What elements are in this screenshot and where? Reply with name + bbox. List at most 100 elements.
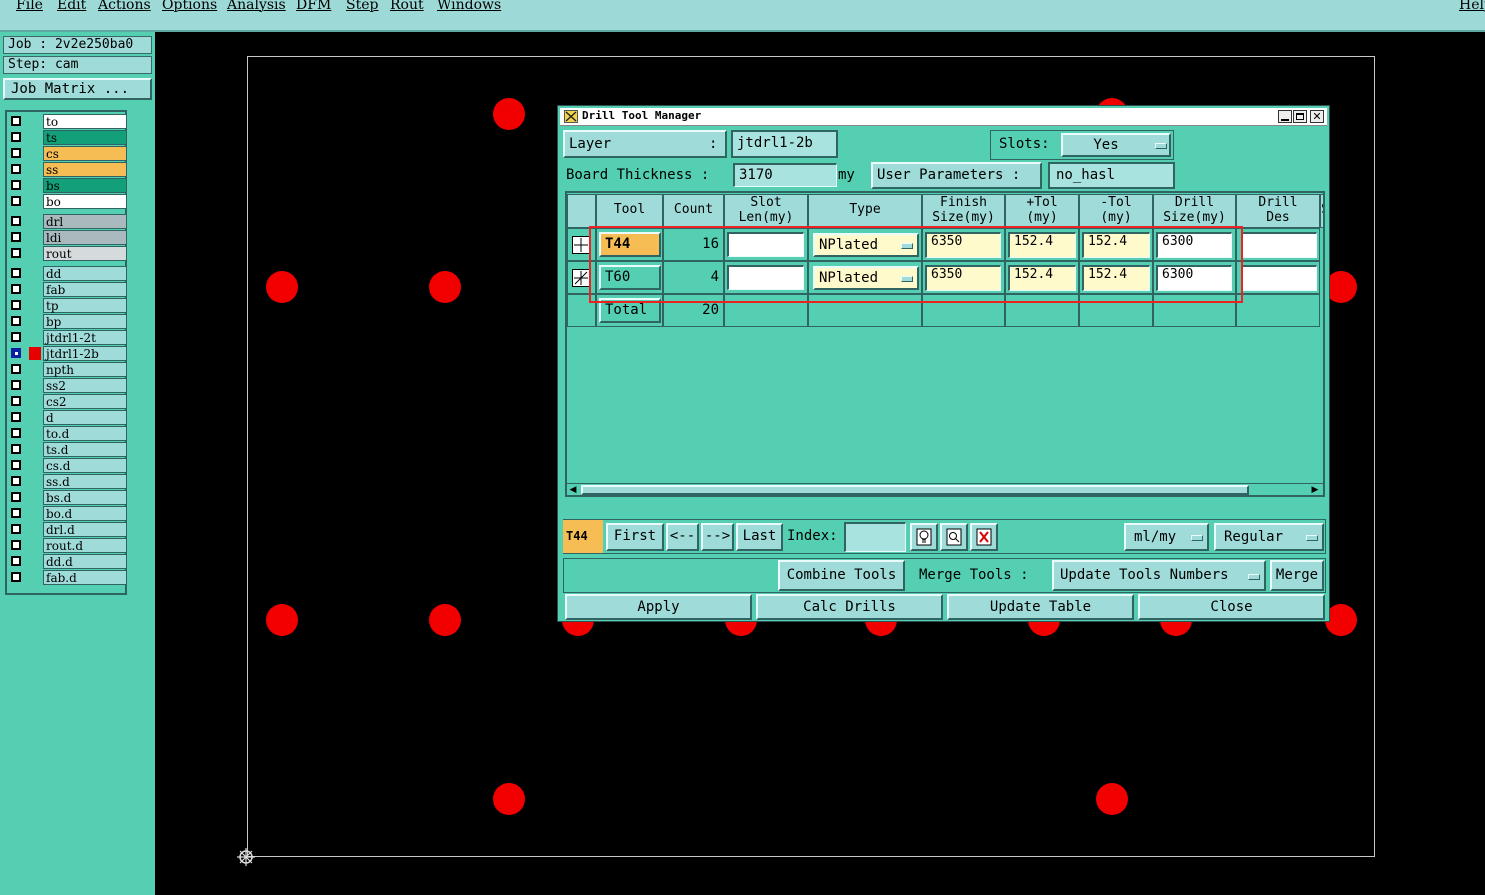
layer-row[interactable]: drl.d xyxy=(9,522,127,538)
layer-checkbox[interactable] xyxy=(11,556,21,566)
layer-checkbox[interactable] xyxy=(11,492,21,502)
layer-name[interactable]: to.d xyxy=(43,426,127,441)
layer-checkbox[interactable] xyxy=(11,364,21,374)
first-button[interactable]: First xyxy=(606,523,664,551)
layer-checkbox[interactable] xyxy=(11,524,21,534)
layer-checkbox[interactable] xyxy=(11,116,21,126)
layer-name[interactable]: jtdrl1-2b xyxy=(43,346,127,361)
layer-checkbox[interactable] xyxy=(11,300,21,310)
layer-row[interactable]: rout xyxy=(9,246,127,262)
user-parameters-field[interactable]: no_hasl xyxy=(1048,162,1175,189)
layer-name[interactable]: drl.d xyxy=(43,522,127,537)
layer-row[interactable]: ss.d xyxy=(9,474,127,490)
next-button[interactable]: --> xyxy=(701,523,734,551)
layer-name[interactable]: rout.d xyxy=(43,538,127,553)
layer-row[interactable]: drl xyxy=(9,214,127,230)
menu-step[interactable]: Step xyxy=(346,0,378,13)
calc-drills-button[interactable]: Calc Drills xyxy=(756,594,943,620)
layer-name[interactable]: bo.d xyxy=(43,506,127,521)
layer-name[interactable]: dd xyxy=(43,266,127,281)
layer-row[interactable]: tp xyxy=(9,298,127,314)
layer-row[interactable]: bs.d xyxy=(9,490,127,506)
layer-name[interactable]: tp xyxy=(43,298,127,313)
units-dropdown[interactable]: ml/my xyxy=(1124,523,1209,551)
layer-checkbox[interactable] xyxy=(11,216,21,226)
layer-row[interactable]: cs2 xyxy=(9,394,127,410)
layer-checkbox[interactable] xyxy=(11,248,21,258)
job-matrix-button[interactable]: Job Matrix ... xyxy=(3,78,152,100)
mode-dropdown[interactable]: Regular xyxy=(1214,523,1324,551)
layer-name[interactable]: ss.d xyxy=(43,474,127,489)
layer-row[interactable]: to xyxy=(9,114,127,130)
layer-field[interactable]: jtdrl1-2b xyxy=(731,130,838,158)
close-button[interactable]: Close xyxy=(1138,594,1325,620)
layer-checkbox[interactable] xyxy=(11,332,21,342)
scrollbar-thumb[interactable] xyxy=(581,485,1249,495)
layer-name[interactable]: jtdrl1-2t xyxy=(43,330,127,345)
layer-name[interactable]: ss2 xyxy=(43,378,127,393)
lightbulb-button[interactable] xyxy=(910,523,938,551)
layer-name[interactable]: ss xyxy=(43,162,127,177)
layer-row[interactable]: bo xyxy=(9,194,127,210)
board-thickness-field[interactable]: 3170 xyxy=(733,163,837,187)
layer-row[interactable]: rout.d xyxy=(9,538,127,554)
layer-name[interactable]: d xyxy=(43,410,127,425)
slots-dropdown[interactable]: Yes xyxy=(1061,133,1171,157)
menu-rout[interactable]: Rout xyxy=(390,0,424,13)
layer-name[interactable]: bs.d xyxy=(43,490,127,505)
layer-checkbox[interactable] xyxy=(11,540,21,550)
close-icon[interactable]: ✕ xyxy=(1310,110,1324,123)
layer-row[interactable]: cs xyxy=(9,146,127,162)
layer-checkbox[interactable] xyxy=(11,476,21,486)
layer-checkbox[interactable] xyxy=(11,508,21,518)
layer-row[interactable]: ts xyxy=(9,130,127,146)
layer-row[interactable]: npth xyxy=(9,362,127,378)
layer-name[interactable]: fab xyxy=(43,282,127,297)
layer-name[interactable]: bs xyxy=(43,178,127,193)
last-button[interactable]: Last xyxy=(736,523,783,551)
menu-file[interactable]: File xyxy=(16,0,43,13)
menu-actions[interactable]: Actions xyxy=(98,0,151,13)
layer-checkbox[interactable] xyxy=(11,316,21,326)
apply-button[interactable]: Apply xyxy=(565,594,752,620)
layer-checkbox[interactable] xyxy=(11,412,21,422)
layer-row[interactable]: cs.d xyxy=(9,458,127,474)
layer-row[interactable]: fab xyxy=(9,282,127,298)
layer-name[interactable]: cs.d xyxy=(43,458,127,473)
layer-checkbox[interactable] xyxy=(11,232,21,242)
layer-checkbox[interactable] xyxy=(11,268,21,278)
update-table-button[interactable]: Update Table xyxy=(947,594,1134,620)
layer-name[interactable]: drl xyxy=(43,214,127,229)
layer-checkbox[interactable] xyxy=(11,284,21,294)
layer-row[interactable]: ss xyxy=(9,162,127,178)
layer-row[interactable]: dd xyxy=(9,266,127,282)
layer-name[interactable]: ts xyxy=(43,130,127,145)
layer-row[interactable]: fab.d xyxy=(9,570,127,586)
layer-checkbox[interactable] xyxy=(11,428,21,438)
search-button[interactable] xyxy=(940,523,968,551)
menu-dfm[interactable]: DFM xyxy=(296,0,331,13)
layer-label[interactable]: Layer : xyxy=(563,130,727,158)
layer-row[interactable]: bo.d xyxy=(9,506,127,522)
layer-row[interactable]: to.d xyxy=(9,426,127,442)
maximize-icon[interactable] xyxy=(1293,110,1307,123)
prev-button[interactable]: <-- xyxy=(666,523,699,551)
layer-row[interactable]: jtdrl1-2b xyxy=(9,346,127,362)
layer-checkbox[interactable] xyxy=(11,164,21,174)
drill-des-field[interactable] xyxy=(1241,265,1317,291)
layer-row[interactable]: ts.d xyxy=(9,442,127,458)
drill-des-field[interactable] xyxy=(1241,232,1317,258)
layer-name[interactable]: cs xyxy=(43,146,127,161)
combine-tools-button[interactable]: Combine Tools xyxy=(778,560,905,591)
layer-row[interactable]: bp xyxy=(9,314,127,330)
layer-name[interactable]: ldi xyxy=(43,230,127,245)
layer-checkbox[interactable] xyxy=(11,348,21,358)
layer-checkbox[interactable] xyxy=(11,396,21,406)
layer-checkbox[interactable] xyxy=(11,132,21,142)
menu-help[interactable]: Help xyxy=(1459,0,1485,13)
layer-checkbox[interactable] xyxy=(11,196,21,206)
layer-name[interactable]: cs2 xyxy=(43,394,127,409)
dialog-titlebar[interactable]: Drill Tool Manager ✕ xyxy=(560,108,1327,126)
layer-name[interactable]: bo xyxy=(43,194,127,209)
layer-checkbox[interactable] xyxy=(11,180,21,190)
